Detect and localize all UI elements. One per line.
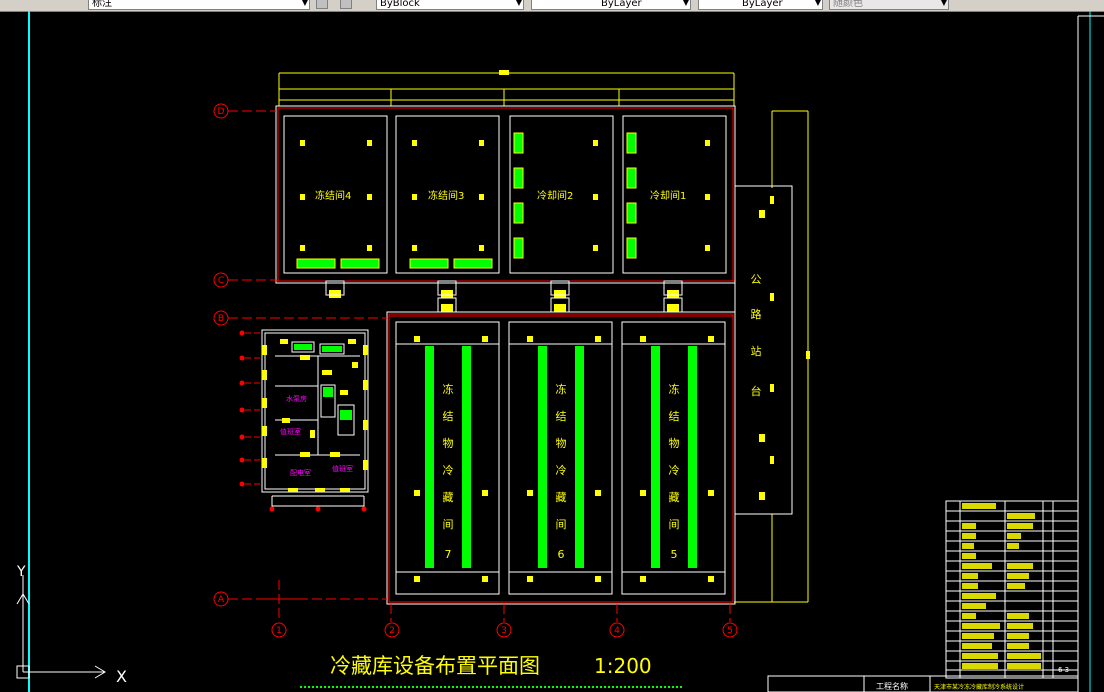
room6-char-1: 冻 xyxy=(556,382,567,396)
axis-label-a: A xyxy=(218,595,225,605)
ucs-icon xyxy=(16,575,106,679)
annex-duty-room-label: 值班室 xyxy=(280,427,301,436)
room5-char-2: 结 xyxy=(669,410,680,423)
axis-label-5: 5 xyxy=(727,626,733,636)
linetype-select[interactable]: ByLayer ▼ xyxy=(531,0,691,10)
dimension-tick xyxy=(806,351,810,359)
bottom-equipment-markers xyxy=(414,336,714,582)
room5-number: 5 xyxy=(671,548,678,561)
room5-char-3: 物 xyxy=(669,436,680,450)
room7-char-6: 间 xyxy=(443,518,454,531)
drawing-scale: 1:200 xyxy=(594,654,652,678)
room6-char-6: 间 xyxy=(556,518,567,531)
bottom-evaporators xyxy=(425,346,697,568)
layer-previous-icon[interactable] xyxy=(340,0,352,9)
title-block-project-name: 天津市某冷冻冷藏库制冷系统设计 xyxy=(934,683,1024,691)
chevron-down-icon: ▼ xyxy=(814,0,821,7)
room-label-freezing-4: 冻结间4 xyxy=(315,189,351,202)
room6-char-3: 物 xyxy=(556,436,567,450)
room7-char-5: 藏 xyxy=(443,491,454,504)
room5-char-4: 冷 xyxy=(669,464,680,477)
chevron-down-icon: ▼ xyxy=(682,0,689,7)
layer-value: ByBlock xyxy=(380,0,420,9)
title-block-project-label: 工程名称 xyxy=(876,681,908,691)
bottom-room-labels: 冻 结 物 冷 藏 间 7 冻 结 物 冷 藏 间 6 冻 结 物 冷 藏 间 … xyxy=(443,382,680,561)
room6-number: 6 xyxy=(558,548,565,561)
text-style-value: 标注 xyxy=(92,0,112,9)
axis-label-1: 1 xyxy=(276,626,282,636)
room7-char-3: 物 xyxy=(443,436,454,450)
annex-building xyxy=(261,329,369,509)
ucs-x-label: X xyxy=(116,667,127,686)
title-block-fills xyxy=(962,503,1041,669)
annex-axis-lines xyxy=(245,332,262,485)
platform-char-3: 站 xyxy=(751,344,762,358)
layer-select[interactable]: ByBlock ▼ xyxy=(376,0,524,10)
top-equipment-markers xyxy=(300,140,710,312)
platform-char-4: 台 xyxy=(751,384,762,398)
chevron-down-icon: ▼ xyxy=(301,0,308,7)
annex-pump-room-label: 水泵房 xyxy=(286,394,307,403)
axis-label-d: D xyxy=(218,107,225,117)
annex-duty-room-2-label: 值班室 xyxy=(332,464,353,473)
room-label-cooling-2: 冷却间2 xyxy=(537,189,573,202)
room5-char-1: 冻 xyxy=(669,382,680,396)
ucs-y-label: Y xyxy=(16,564,26,580)
chevron-down-icon: ▼ xyxy=(940,0,947,7)
axis-label-3: 3 xyxy=(501,626,507,636)
room7-number: 7 xyxy=(445,548,452,561)
room6-char-4: 冷 xyxy=(556,464,567,477)
platform-char-1: 公 xyxy=(751,273,762,286)
title-block-sheet: 6 3 xyxy=(1058,666,1069,674)
axis-labels-bottom: 1 2 3 4 5 xyxy=(276,626,733,636)
axis-label-4: 4 xyxy=(614,626,620,636)
chevron-down-icon: ▼ xyxy=(515,0,522,7)
dimension-tick xyxy=(499,70,509,75)
axis-bubbles-left xyxy=(213,103,229,607)
text-style-select[interactable]: 标注 ▼ xyxy=(88,0,310,10)
corridor-connectors xyxy=(325,280,683,313)
axis-label-c: C xyxy=(218,276,224,286)
lineweight-value: ByLayer xyxy=(742,0,783,9)
room7-char-1: 冻 xyxy=(443,382,454,396)
room7-char-2: 结 xyxy=(443,410,454,423)
room6-char-5: 藏 xyxy=(556,491,567,504)
room-label-cooling-1: 冷却间1 xyxy=(650,189,686,202)
room6-char-2: 结 xyxy=(556,410,567,423)
linetype-value: ByLayer xyxy=(601,0,642,9)
wall-outlines xyxy=(275,105,736,605)
room5-char-5: 藏 xyxy=(669,491,680,504)
lineweight-select[interactable]: ByLayer ▼ xyxy=(698,0,823,10)
annex-power-room-label: 配电室 xyxy=(290,468,311,477)
axis-label-2: 2 xyxy=(389,626,395,636)
room7-char-4: 冷 xyxy=(443,464,454,477)
drawing-title: 冷藏库设备布置平面图 xyxy=(330,654,540,678)
platform-char-2: 路 xyxy=(751,308,762,321)
room5-char-6: 间 xyxy=(669,518,680,531)
loading-platform xyxy=(734,185,793,515)
platform-label: 公 路 站 台 xyxy=(751,273,762,398)
color-value: 随颜色 xyxy=(833,0,863,9)
axis-labels-left: D C B A xyxy=(218,107,225,605)
layer-manager-icon[interactable] xyxy=(316,0,328,9)
room-label-freezing-3: 冻结间3 xyxy=(428,189,464,202)
color-select[interactable]: 随颜色 ▼ xyxy=(829,0,949,10)
axis-label-b: B xyxy=(218,314,224,324)
drawing-canvas[interactable]: 冻结间4 冻结间3 冷却间2 冷却间1 冻 结 物 冷 藏 间 7 冻 结 物 … xyxy=(0,11,1104,692)
